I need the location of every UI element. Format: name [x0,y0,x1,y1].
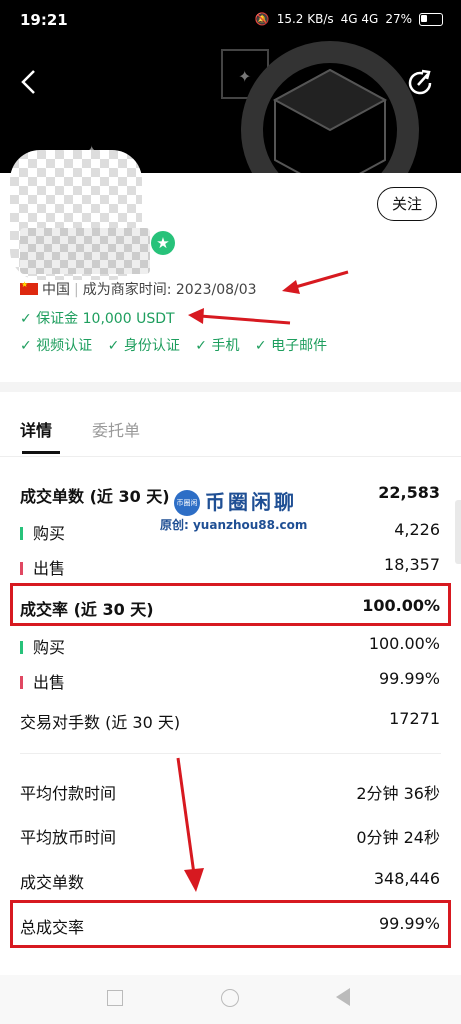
status-bar: 19:21 🔕 15.2 KB/s 4G 4G 27% [0,0,461,40]
watermark-logo: 币圈闲聊 [174,490,200,533]
orders-30d-label: 成交单数 (近 30 天) [20,487,170,506]
total-orders-row: 成交单数 348,446 [20,869,440,893]
verification-row: ✓ 视频认证 ✓ 身份认证 ✓ 手机 ✓ 电子邮件 [20,335,338,355]
avg-pay-row: 平均付款时间 2分钟 36秒 [20,780,440,804]
battery-percent: 27% [385,12,412,26]
counterparties-row: 交易对手数 (近 30 天) 17271 [20,709,440,733]
email-verified: ✓ 电子邮件 [254,338,328,354]
battery-icon [419,12,443,26]
verified-star-icon: ★ [151,231,175,255]
total-orders-value: 348,446 [373,869,440,888]
merchant-since-date: 2023/08/03 [175,282,257,298]
watermark-title: 币圈闲聊 [205,490,297,514]
mute-icon: 🔕 [254,12,270,26]
sell-indicator [20,562,23,575]
side-scroll-handle[interactable] [455,500,461,564]
annotation-arrow-date [282,270,349,294]
buy-indicator [20,527,23,540]
avg-release-label: 平均放币时间 [20,828,117,847]
sell-rate-indicator [20,676,23,689]
total-completion-value: 99.99% [378,914,440,933]
sell-rate-label: 出售 [33,673,66,692]
sell-count-value: 18,357 [384,555,440,574]
tab-orders[interactable]: 委托单 [92,417,140,441]
annotation-arrow-deposit [188,308,291,325]
follow-button[interactable]: 关注 [377,187,437,221]
identity-verified: ✓ 身份认证 [107,338,180,354]
share-icon[interactable] [405,68,435,98]
buy-rate-indicator [20,641,23,654]
total-orders-label: 成交单数 [20,873,85,892]
completion-30d-label: 成交率 (近 30 天) [20,600,154,619]
buy-rate-value: 100.00% [368,634,440,653]
buy-count-row: 购买 4,226 [20,520,440,544]
tab-details[interactable]: 详情 [20,417,52,441]
deposit-badge: ✓ 保证金 10,000 USDT [20,311,175,327]
country: 中国 [42,282,70,298]
back-arrow-icon[interactable] [18,67,48,97]
sell-count-row: 出售 18,357 [20,555,440,579]
total-completion-label: 总成交率 [20,918,85,937]
section-divider [0,382,461,392]
avg-release-value: 0分钟 24秒 [356,828,440,847]
annotation-arrow-vertical [176,757,204,892]
avg-pay-label: 平均付款时间 [20,784,117,803]
merchant-name-redacted [20,228,150,274]
sell-count-label: 出售 [33,559,66,578]
svg-text:✦: ✦ [238,67,251,86]
sell-rate-row: 出售 99.99% [20,669,440,693]
completion-30d-row: 成交率 (近 30 天) 100.00% [20,596,440,620]
recents-button[interactable] [107,990,123,1006]
buy-count-label: 购买 [33,524,66,543]
signal-icon: 4G 4G [340,12,379,26]
buy-rate-row: 购买 100.00% [20,634,440,658]
merchant-info-line: 中国|成为商家时间: 2023/08/03 [20,279,257,299]
merchant-since-label: 成为商家时间: [82,282,172,298]
avg-release-row: 平均放币时间 0分钟 24秒 [20,824,440,848]
phone-verified: ✓ 手机 [195,338,240,354]
total-completion-row: 总成交率 99.99% [20,914,440,938]
orders-30d-value: 22,583 [378,483,440,502]
stats-divider [20,753,441,754]
buy-rate-label: 购买 [33,638,66,657]
sell-rate-value: 99.99% [378,669,440,688]
avg-pay-value: 2分钟 36秒 [356,784,440,803]
home-button[interactable] [221,989,239,1007]
active-tab-indicator [22,451,60,454]
buy-count-value: 4,226 [394,520,440,539]
counterparties-label: 交易对手数 (近 30 天) [20,713,181,732]
network-speed: 15.2 KB/s [276,12,334,26]
completion-30d-value: 100.00% [362,596,440,615]
status-time: 19:21 [20,11,68,29]
tab-divider [0,456,461,457]
profile-header-banner: ✦ ✦ 19:21 🔕 15.2 KB/s 4G 4G 27% [0,0,461,173]
back-button[interactable] [336,988,350,1006]
counterparties-value: 17271 [389,709,440,728]
china-flag-icon [20,280,38,295]
video-verified: ✓ 视频认证 [20,338,93,354]
